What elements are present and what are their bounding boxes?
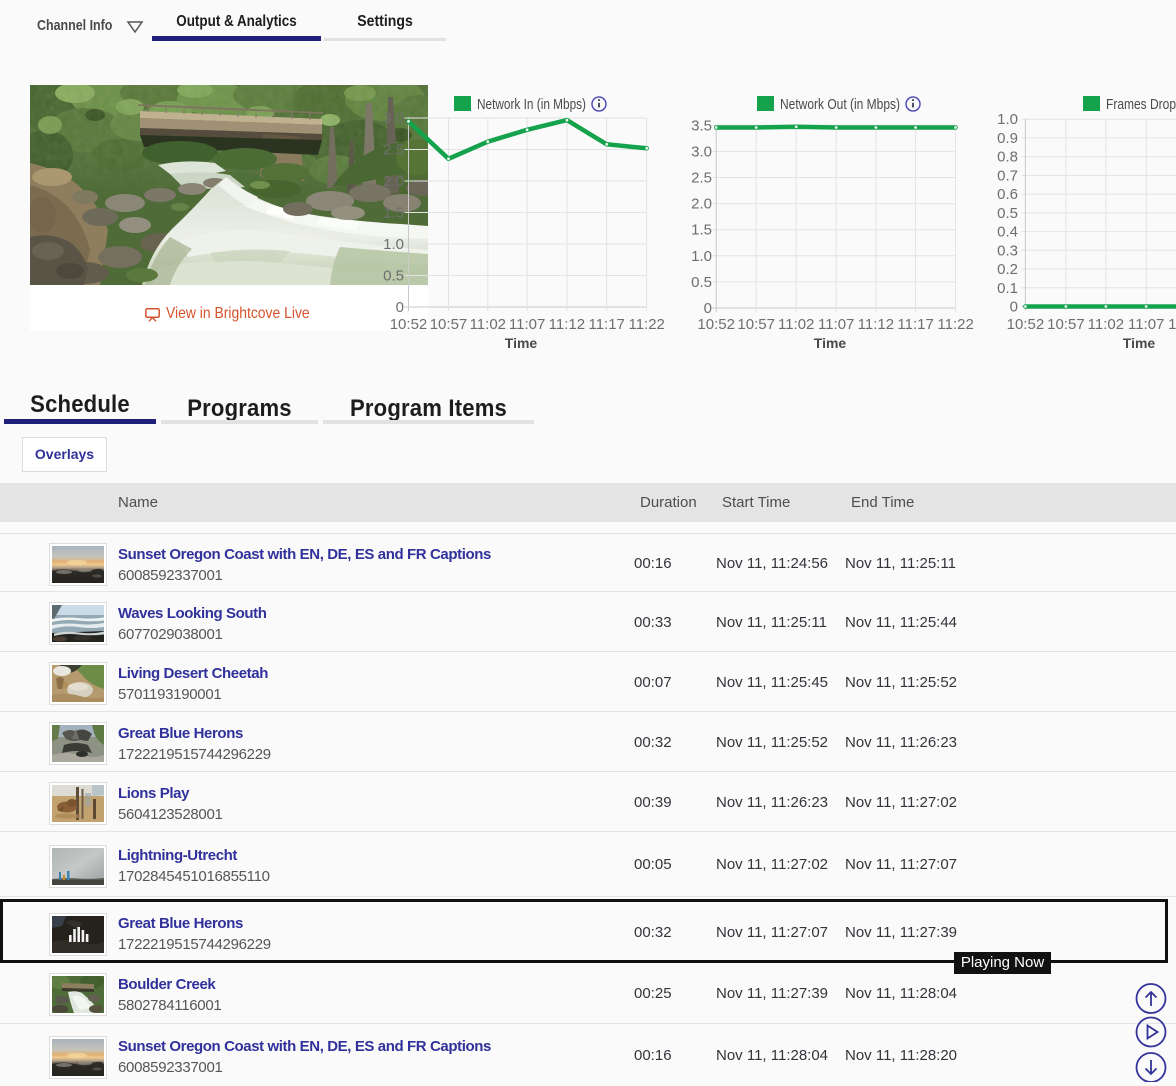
svg-text:2.0: 2.0: [691, 196, 712, 213]
svg-text:0: 0: [704, 300, 712, 317]
svg-text:0: 0: [1010, 299, 1018, 316]
svg-text:11:02: 11:02: [778, 316, 814, 333]
svg-text:Time: Time: [814, 335, 847, 351]
svg-text:1.5: 1.5: [691, 222, 712, 239]
svg-text:3.0: 3.0: [383, 110, 404, 127]
svg-text:10:52: 10:52: [1007, 316, 1045, 333]
svg-text:0.9: 0.9: [997, 130, 1018, 147]
svg-text:1.0: 1.0: [691, 248, 712, 265]
svg-text:11:17: 11:17: [588, 316, 624, 333]
svg-text:Network In (in Mbps): Network In (in Mbps): [477, 96, 586, 113]
svg-text:0.4: 0.4: [997, 224, 1018, 241]
svg-text:11:17: 11:17: [897, 316, 933, 333]
svg-text:0.3: 0.3: [997, 242, 1018, 259]
svg-text:0.6: 0.6: [997, 186, 1018, 203]
svg-text:11:22: 11:22: [628, 316, 664, 333]
svg-text:10:57: 10:57: [430, 316, 468, 333]
svg-text:3.5: 3.5: [691, 117, 712, 134]
svg-text:10:57: 10:57: [1047, 316, 1085, 333]
svg-text:0: 0: [396, 299, 404, 316]
svg-text:11:12: 11:12: [1168, 316, 1176, 333]
svg-text:2.0: 2.0: [383, 173, 404, 190]
svg-text:1.0: 1.0: [997, 111, 1018, 128]
svg-text:10:52: 10:52: [390, 316, 428, 333]
svg-text:2.5: 2.5: [691, 170, 712, 187]
svg-text:0.2: 0.2: [997, 261, 1018, 278]
svg-text:1.0: 1.0: [383, 236, 404, 253]
svg-text:0.5: 0.5: [997, 205, 1018, 222]
svg-text:11:02: 11:02: [1088, 316, 1124, 333]
svg-text:Time: Time: [1123, 335, 1156, 351]
svg-text:11:07: 11:07: [818, 316, 854, 333]
svg-text:Network Out (in Mbps): Network Out (in Mbps): [780, 96, 900, 113]
svg-text:10:52: 10:52: [697, 316, 735, 333]
svg-text:11:22: 11:22: [937, 316, 973, 333]
svg-text:Time: Time: [505, 335, 538, 351]
svg-text:0.5: 0.5: [691, 274, 712, 291]
svg-text:11:12: 11:12: [858, 316, 894, 333]
svg-text:Frames Dropped (in fps): Frames Dropped (in fps): [1106, 96, 1176, 113]
svg-text:0.5: 0.5: [383, 268, 404, 285]
svg-text:0.1: 0.1: [997, 280, 1018, 297]
svg-text:3.0: 3.0: [691, 143, 712, 160]
svg-text:11:07: 11:07: [509, 316, 545, 333]
svg-text:10:57: 10:57: [737, 316, 775, 333]
svg-text:11:12: 11:12: [549, 316, 585, 333]
svg-text:11:07: 11:07: [1128, 316, 1164, 333]
svg-text:0.7: 0.7: [997, 167, 1018, 184]
svg-text:1.5: 1.5: [383, 205, 404, 222]
svg-text:2.5: 2.5: [383, 142, 404, 159]
svg-text:0.8: 0.8: [997, 149, 1018, 166]
svg-text:11:02: 11:02: [470, 316, 506, 333]
